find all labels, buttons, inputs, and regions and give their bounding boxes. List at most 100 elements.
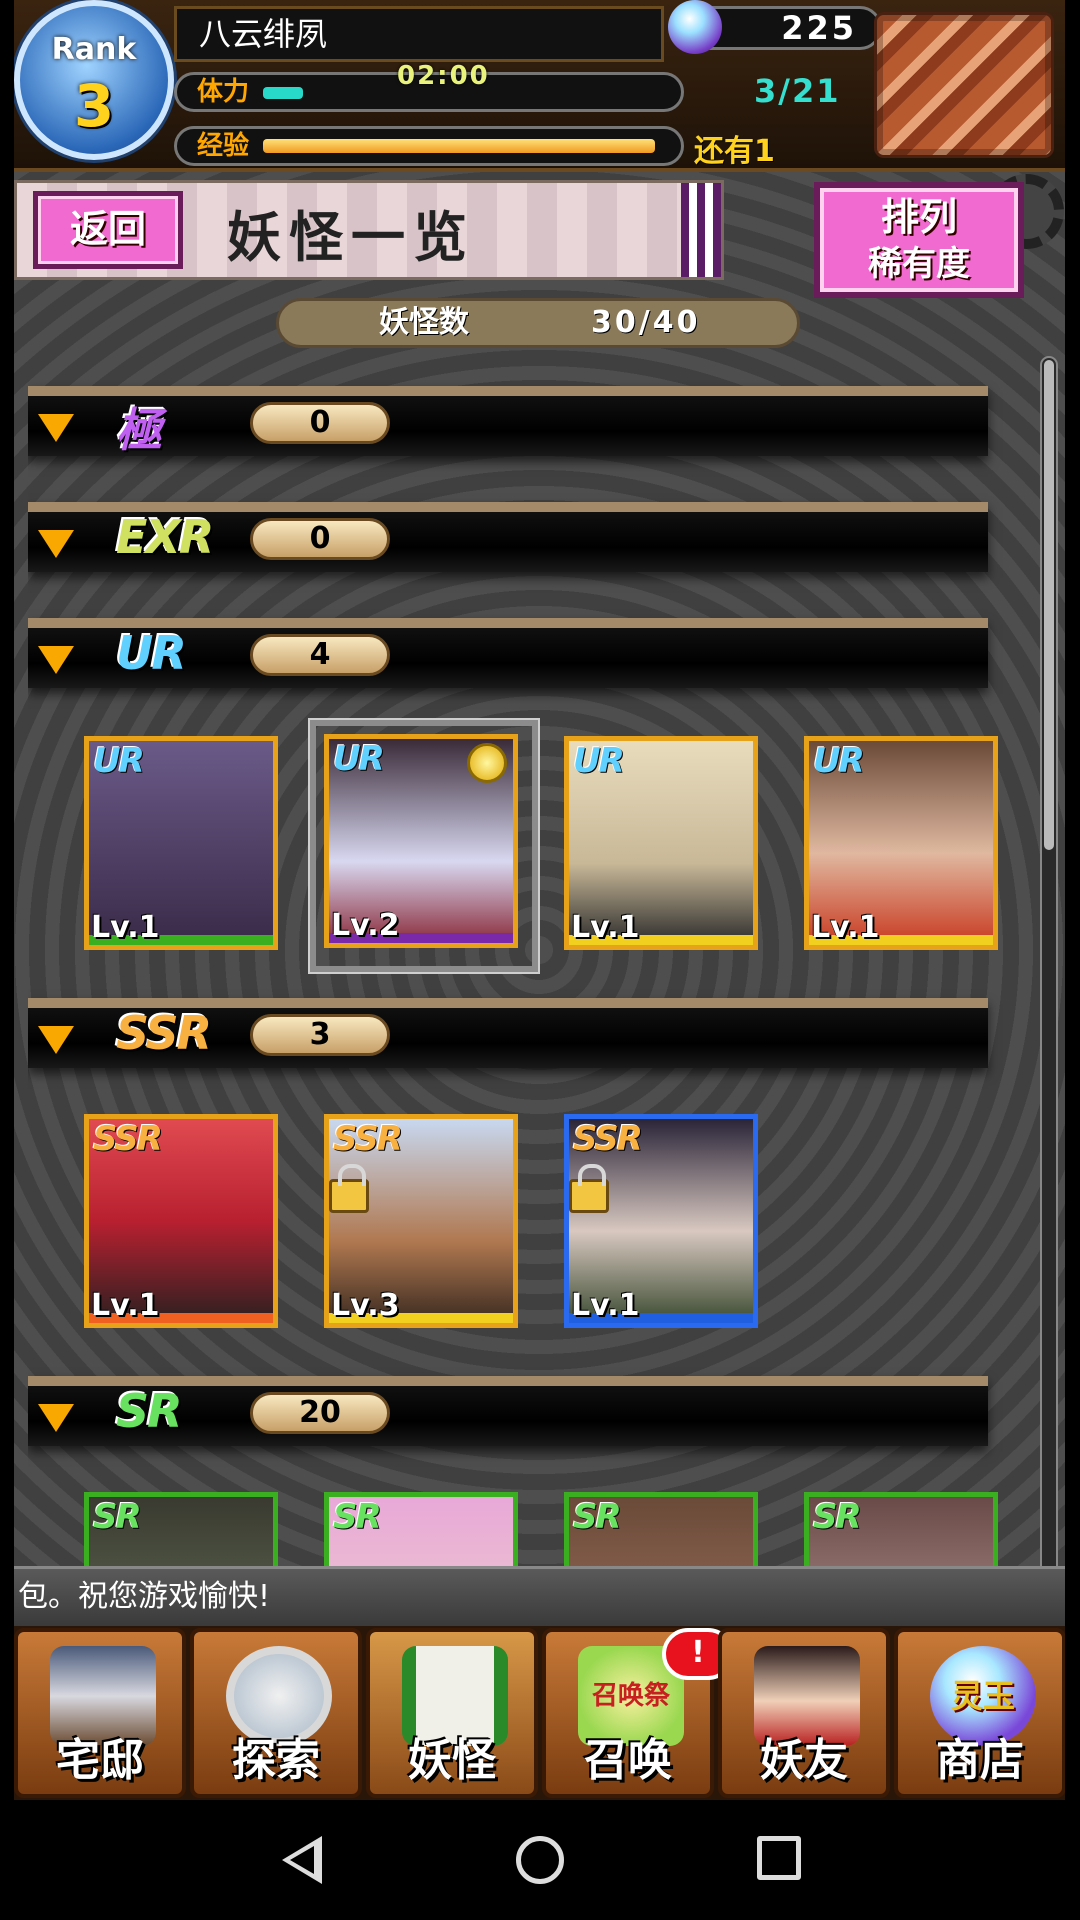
expand-arrow-icon <box>38 414 74 442</box>
nav-summon[interactable]: 召唤祭 ! 召唤 <box>542 1628 734 1798</box>
stamina-fill <box>263 87 303 99</box>
sort-button[interactable]: 排列 稀有度 <box>814 182 1024 298</box>
card-rarity: UR <box>93 741 145 781</box>
rarity-label: SSR <box>116 1006 212 1060</box>
nav-label: 召唤 <box>584 1735 672 1786</box>
nav-friends[interactable]: 妖友 <box>718 1628 890 1798</box>
monster-count-value: 30/40 <box>591 305 701 340</box>
exp-bar: 经验 <box>174 126 684 166</box>
monster-card[interactable]: SSR Lv.1 <box>84 1114 278 1328</box>
stamina-timer: 02:00 <box>397 61 490 91</box>
card-rarity: SR <box>573 1497 622 1537</box>
card-rarity: SR <box>813 1497 862 1537</box>
section-header-ssr[interactable]: SSR 3 <box>28 998 988 1068</box>
rarity-label: EXR <box>116 510 214 564</box>
card-rarity: SR <box>93 1497 142 1537</box>
monster-card[interactable]: SR <box>804 1492 998 1566</box>
section-header-kyoku[interactable]: 極 0 <box>28 386 988 457</box>
monster-card[interactable]: SR <box>324 1492 518 1566</box>
android-recents-icon[interactable] <box>757 1836 801 1880</box>
rarity-label: UR <box>116 626 187 680</box>
expand-arrow-icon <box>38 530 74 558</box>
android-back-icon[interactable] <box>282 1836 322 1884</box>
card-rarity: UR <box>573 741 625 781</box>
monster-card[interactable]: SR <box>564 1492 758 1566</box>
status-header: Rank 3 八云绯夙 225 体力 02:00 3/21 经验 还有1 <box>14 0 1065 172</box>
exp-fill <box>263 139 655 153</box>
rarity-label: 極 <box>116 403 162 457</box>
section-header-ur[interactable]: UR 4 <box>28 618 988 688</box>
section-count: 3 <box>250 1014 390 1056</box>
exp-remaining: 还有1 <box>694 134 775 169</box>
page-title: 妖怪一览 <box>227 206 475 269</box>
section-bar <box>28 386 988 456</box>
news-ticker: 包。祝您游戏愉快! <box>14 1566 1065 1626</box>
expand-arrow-icon <box>38 1026 74 1054</box>
medal-icon <box>467 743 507 783</box>
nav-explore[interactable]: 探索 <box>190 1628 362 1798</box>
section-count: 20 <box>250 1392 390 1434</box>
card-level: Lv.1 <box>571 1288 640 1323</box>
rank-badge[interactable]: Rank 3 <box>14 0 174 160</box>
spirit-gem-icon <box>668 0 722 54</box>
monster-card[interactable]: SSR Lv.3 <box>324 1114 518 1328</box>
monster-card[interactable]: SSR Lv.1 <box>564 1114 758 1328</box>
android-nav-bar <box>0 1800 1080 1920</box>
stamina-count: 3/21 <box>754 72 841 110</box>
card-level: Lv.1 <box>91 910 160 945</box>
card-rarity: UR <box>333 739 385 779</box>
card-level: Lv.3 <box>331 1288 400 1323</box>
exp-label: 经验 <box>197 131 250 161</box>
scrollbar-thumb[interactable] <box>1044 360 1054 850</box>
monster-count: 妖怪数 30/40 <box>276 298 800 348</box>
nav-label: 宅邸 <box>56 1735 144 1786</box>
card-rarity: SSR <box>93 1119 163 1159</box>
nav-label: 商店 <box>936 1735 1024 1786</box>
monster-card[interactable]: UR Lv.1 <box>84 736 278 950</box>
rank-value: 3 <box>73 72 115 140</box>
monster-card[interactable]: UR Lv.1 <box>804 736 998 950</box>
expand-arrow-icon <box>38 1404 74 1432</box>
lock-icon <box>569 1164 609 1213</box>
nav-label: 探索 <box>232 1735 320 1786</box>
card-level: Lv.2 <box>331 908 400 943</box>
monster-list[interactable]: 極 0 EXR 0 UR 4 UR Lv.1 UR Lv.2 UR Lv.1 U… <box>28 380 1018 1566</box>
section-header-exr[interactable]: EXR 0 <box>28 502 988 572</box>
card-level: Lv.1 <box>91 1288 160 1323</box>
game-view: Rank 3 八云绯夙 225 体力 02:00 3/21 经验 还有1 返回 … <box>14 0 1065 1800</box>
card-rarity: SSR <box>573 1119 643 1159</box>
title-bar: 返回 妖怪一览 <box>14 180 724 280</box>
card-level: Lv.1 <box>571 910 640 945</box>
nav-monsters[interactable]: 妖怪 <box>366 1628 538 1798</box>
nav-mansion[interactable]: 宅邸 <box>14 1628 186 1798</box>
monster-card[interactable]: UR Lv.1 <box>564 736 758 950</box>
rarity-label: SR <box>116 1384 183 1438</box>
android-home-icon[interactable] <box>516 1836 564 1884</box>
card-rarity: UR <box>813 741 865 781</box>
stamina-bar: 体力 02:00 <box>174 61 684 112</box>
stamina-label: 体力 <box>197 77 250 107</box>
treasure-chest-icon[interactable] <box>874 12 1054 158</box>
back-button[interactable]: 返回 <box>33 191 183 269</box>
bottom-nav: 宅邸 探索 妖怪 召唤祭 ! 召唤 妖友 灵玉 商店 <box>14 1626 1065 1800</box>
card-level: Lv.1 <box>811 910 880 945</box>
rank-label: Rank <box>51 32 137 67</box>
section-count: 0 <box>250 402 390 444</box>
nav-label: 妖友 <box>760 1735 848 1786</box>
nav-label: 妖怪 <box>408 1735 496 1786</box>
expand-arrow-icon <box>38 646 74 674</box>
section-count: 0 <box>250 518 390 560</box>
monster-card[interactable]: UR Lv.2 <box>324 734 518 948</box>
lock-icon <box>329 1164 369 1213</box>
sort-value: 稀有度 <box>868 244 970 284</box>
card-rarity: SSR <box>333 1119 403 1159</box>
section-count: 4 <box>250 634 390 676</box>
player-name[interactable]: 八云绯夙 <box>174 6 664 62</box>
sort-label: 排列 <box>880 195 957 239</box>
section-header-sr[interactable]: SR 20 <box>28 1376 988 1446</box>
app-screen: Rank 3 八云绯夙 225 体力 02:00 3/21 经验 还有1 返回 … <box>0 0 1080 1920</box>
monster-card[interactable]: SR <box>84 1492 278 1566</box>
card-rarity: SR <box>333 1497 382 1537</box>
monster-count-label: 妖怪数 <box>379 305 469 340</box>
nav-shop[interactable]: 灵玉 商店 <box>894 1628 1065 1798</box>
